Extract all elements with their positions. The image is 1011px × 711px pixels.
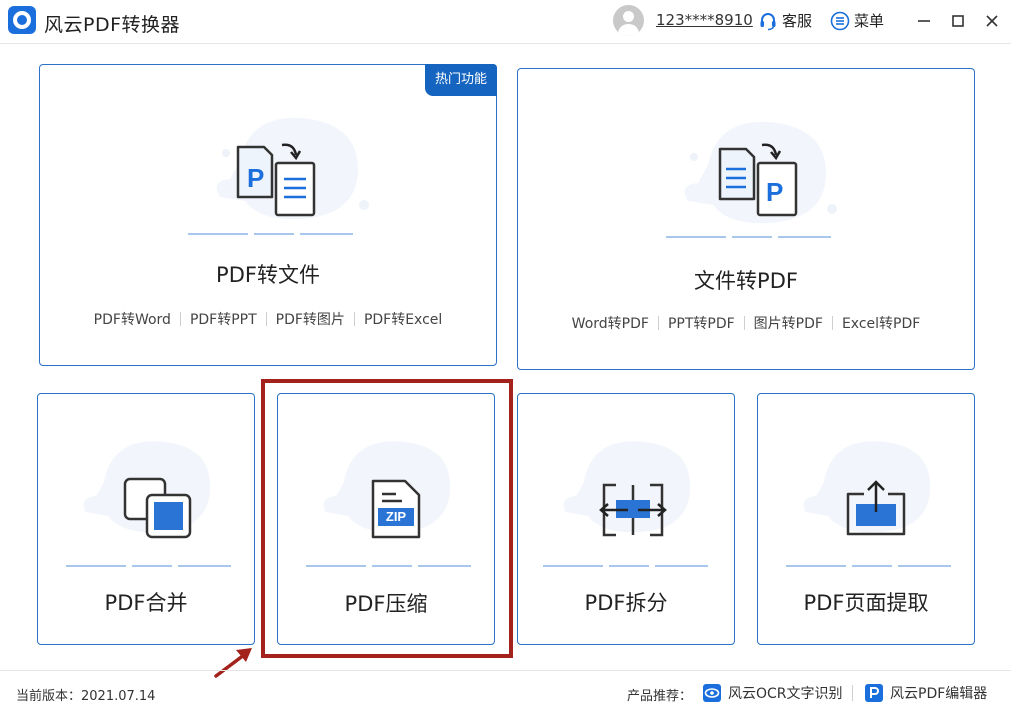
version-text: 当前版本：2021.07.14 — [16, 689, 156, 704]
decor-baseline — [543, 565, 708, 567]
app-logo-icon — [8, 6, 36, 34]
link-image-to-pdf[interactable]: 图片转PDF — [745, 313, 832, 333]
card-title: PDF页面提取 — [803, 591, 929, 615]
product-ocr-label: 风云OCR文字识别 — [728, 686, 843, 702]
headset-icon — [760, 12, 776, 30]
pdf-editor-icon — [865, 684, 883, 702]
card-title: PDF压缩 — [344, 592, 428, 616]
maximize-icon — [952, 15, 964, 27]
card-title: PDF转文件 — [216, 263, 320, 287]
link-pdf-to-ppt[interactable]: PDF转PPT — [181, 309, 266, 329]
pdf-to-file-icon: P — [236, 143, 316, 217]
card-title: PDF合并 — [104, 591, 188, 615]
product-editor-link[interactable]: 风云PDF编辑器 — [864, 683, 987, 703]
hot-feature-badge: 热门功能 — [424, 64, 497, 96]
app-title: 风云PDF转换器 — [44, 14, 181, 36]
card-title: PDF拆分 — [584, 591, 668, 615]
svg-text:P: P — [247, 163, 264, 193]
card-title: 文件转PDF — [694, 269, 798, 293]
link-word-to-pdf[interactable]: Word转PDF — [563, 313, 658, 333]
link-pdf-to-image[interactable]: PDF转图片 — [267, 309, 354, 329]
menu-list-icon — [830, 11, 850, 30]
link-pdf-to-excel[interactable]: PDF转Excel — [355, 309, 451, 329]
minimize-icon — [918, 20, 930, 22]
decor-baseline — [66, 565, 231, 567]
zip-label: ZIP — [385, 509, 407, 524]
menu-label: 菜单 — [854, 12, 885, 30]
decor-baseline — [188, 233, 353, 235]
card-pdf-compress[interactable]: ZIP PDF压缩 — [277, 393, 495, 645]
file-to-pdf-links: Word转PDF PPT转PDF 图片转PDF Excel转PDF — [518, 313, 974, 333]
divider — [852, 685, 853, 701]
card-pdf-to-file[interactable]: 热门功能 P PDF转文件 PDF转Word PDF转PPT PDF转图片 PD… — [39, 64, 497, 366]
title-bar: 风云PDF转换器 123****8910 客服 菜单 — [0, 0, 1011, 44]
account-link[interactable]: 123****8910 — [656, 11, 753, 29]
pdf-to-file-links: PDF转Word PDF转PPT PDF转图片 PDF转Excel — [40, 309, 496, 329]
user-avatar[interactable] — [613, 5, 644, 36]
card-pdf-split[interactable]: PDF拆分 — [517, 393, 735, 645]
ocr-eye-icon — [703, 684, 721, 702]
maximize-button[interactable] — [946, 9, 970, 33]
close-icon — [986, 15, 998, 27]
svg-text:P: P — [766, 177, 783, 207]
file-to-pdf-icon: P — [718, 143, 798, 217]
close-button[interactable] — [980, 9, 1004, 33]
link-pdf-to-word[interactable]: PDF转Word — [85, 309, 180, 329]
decor-baseline — [786, 565, 951, 567]
merge-icon — [123, 477, 192, 539]
customer-service-label: 客服 — [782, 12, 813, 30]
customer-service-button[interactable]: 客服 — [758, 10, 812, 31]
recommend-label: 产品推荐： — [627, 689, 693, 704]
link-excel-to-pdf[interactable]: Excel转PDF — [833, 313, 929, 333]
minimize-button[interactable] — [912, 9, 936, 33]
card-file-to-pdf[interactable]: P 文件转PDF Word转PDF PPT转PDF 图片转PDF Excel转P… — [517, 68, 975, 370]
split-icon — [599, 483, 667, 537]
extract-upload-icon — [846, 480, 906, 536]
decor-baseline — [306, 565, 471, 567]
decor-baseline — [666, 236, 831, 238]
link-ppt-to-pdf[interactable]: PPT转PDF — [659, 313, 744, 333]
menu-button[interactable]: 菜单 — [830, 10, 884, 31]
card-pdf-merge[interactable]: PDF合并 — [37, 393, 255, 645]
product-ocr-link[interactable]: 风云OCR文字识别 — [702, 683, 843, 703]
card-pdf-page-extract[interactable]: PDF页面提取 — [757, 393, 975, 645]
status-bar: 当前版本：2021.07.14 产品推荐： 风云OCR文字识别 风云PDF编辑器 — [0, 670, 1011, 711]
product-editor-label: 风云PDF编辑器 — [890, 686, 988, 702]
